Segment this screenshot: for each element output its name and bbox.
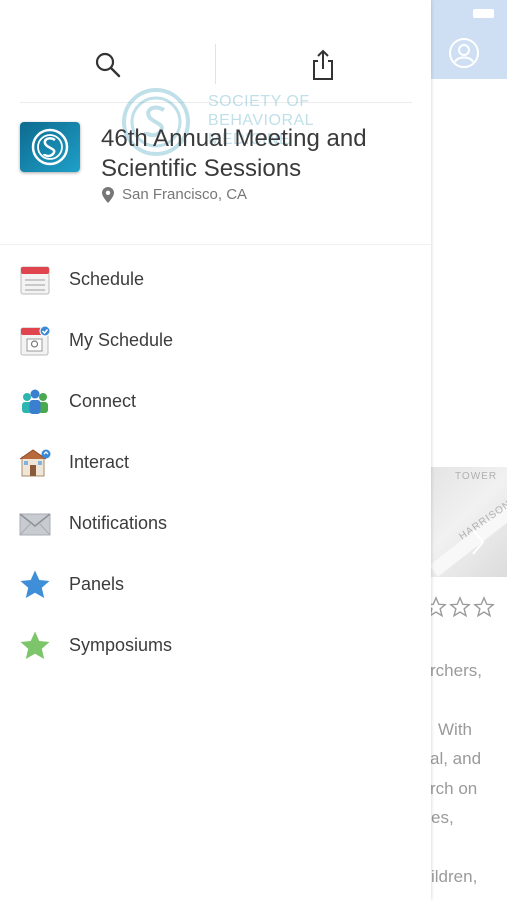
description-text: ildren,	[431, 867, 478, 886]
society-logo-icon	[20, 122, 80, 172]
rating-stars[interactable]	[425, 596, 495, 618]
menu-item-interact[interactable]: Interact	[0, 432, 431, 493]
map-image[interactable]: TOWER HARRISON	[431, 467, 507, 577]
description-text: rch on	[430, 779, 478, 798]
menu-item-panels[interactable]: Panels	[0, 554, 431, 615]
menu-item-connect[interactable]: Connect	[0, 371, 431, 432]
menu-item-my-schedule[interactable]: My Schedule	[0, 310, 431, 371]
search-icon	[95, 52, 121, 78]
side-drawer: SOCIETY OF BEHAVIORAL MEDICINE 46th Annu…	[0, 0, 431, 900]
my-schedule-icon	[19, 325, 51, 357]
interact-icon	[19, 447, 51, 479]
menu-item-label: Notifications	[69, 513, 168, 533]
calendar-icon	[19, 264, 51, 296]
description-text: es,	[431, 808, 454, 827]
search-button[interactable]	[88, 45, 128, 85]
star-outline-icon[interactable]	[449, 596, 471, 618]
event-location: San Francisco, CA	[102, 186, 247, 203]
main-menu: Schedule My Schedule Connect Interact No…	[0, 249, 431, 676]
share-icon	[313, 49, 333, 80]
share-button[interactable]	[303, 45, 343, 85]
section-divider	[0, 244, 431, 245]
event-logo	[20, 122, 80, 172]
event-title: 46th Annual Meeting and Scientific Sessi…	[101, 125, 367, 182]
menu-item-label: Connect	[69, 391, 137, 411]
menu-item-label: Symposiums	[69, 635, 173, 655]
description-text: With	[438, 720, 472, 739]
header-bottom-divider	[20, 102, 412, 103]
map-label: TOWER	[455, 471, 498, 482]
star-outline-icon[interactable]	[473, 596, 495, 618]
menu-item-symposiums[interactable]: Symposiums	[0, 615, 431, 676]
profile-icon[interactable]	[448, 37, 480, 69]
battery-icon	[473, 9, 494, 18]
location-text: San Francisco, CA	[122, 186, 248, 203]
description-text: al, and	[430, 749, 482, 768]
menu-item-label: Schedule	[69, 269, 145, 289]
envelope-icon	[19, 508, 51, 540]
people-icon	[19, 386, 51, 418]
menu-item-label: Panels	[69, 574, 125, 594]
menu-item-schedule[interactable]: Schedule	[0, 249, 431, 310]
location-pin-icon	[102, 186, 114, 203]
header-divider	[215, 44, 216, 84]
description-text: rchers,	[430, 661, 482, 680]
menu-item-label: My Schedule	[69, 330, 174, 350]
blue-star-icon	[19, 569, 51, 601]
chevron-right-icon[interactable]	[470, 527, 486, 557]
green-star-icon	[19, 630, 51, 662]
menu-item-label: Interact	[69, 452, 130, 472]
menu-item-notifications[interactable]: Notifications	[0, 493, 431, 554]
